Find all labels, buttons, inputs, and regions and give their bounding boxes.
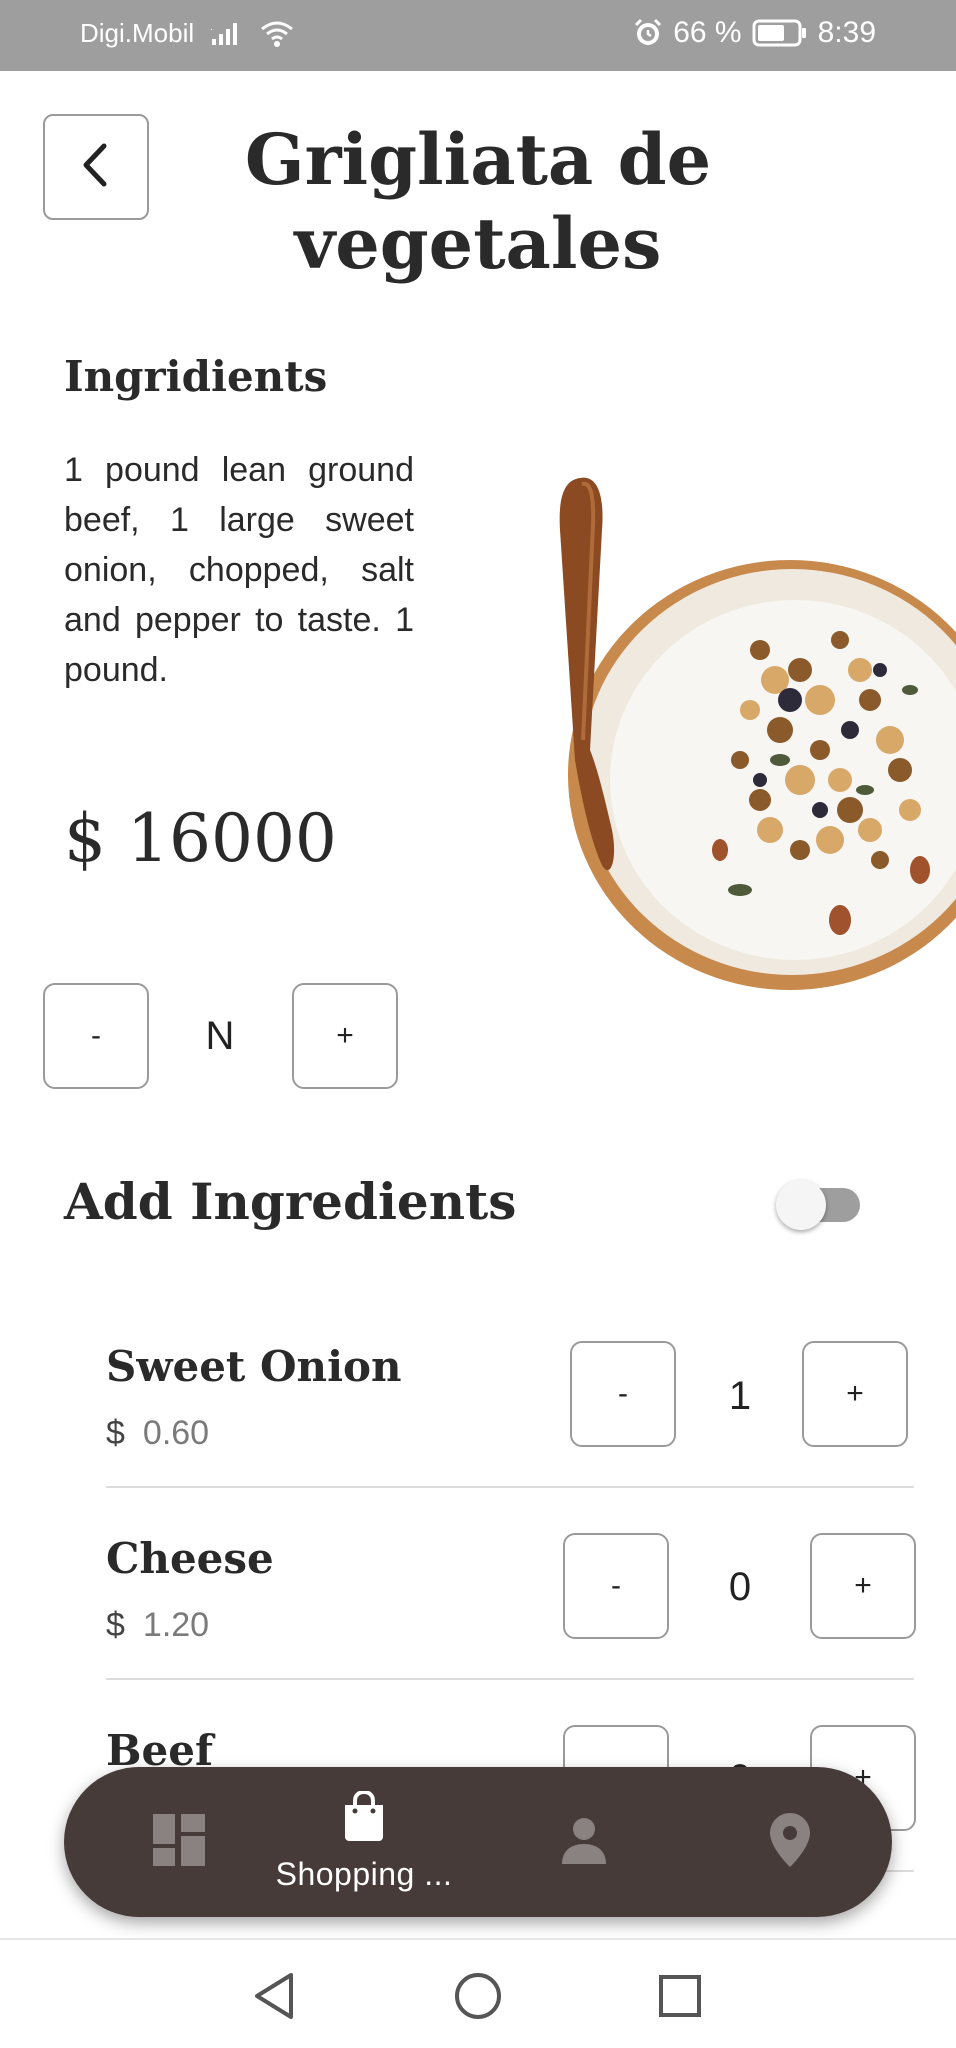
extra-quantity: 0 [728,1565,752,1609]
extra-quantity: 1 [728,1374,752,1418]
carrier-label: Digi.Mobil [80,18,195,48]
chevron-left-icon [76,140,116,195]
system-back-button[interactable] [244,1968,304,2028]
quantity-decrease-button[interactable]: - [43,983,149,1089]
add-ingredients-toggle[interactable] [776,1180,862,1230]
alarm-icon [633,18,663,48]
extra-name: Cheese [106,1534,274,1583]
extra-currency: $ [106,1414,125,1452]
back-button[interactable] [43,114,149,220]
granola-bowl-image [520,470,956,990]
extra-price: $0.60 [106,1414,209,1453]
status-right: 66 % 8:39 [633,16,876,50]
shopping-bag-icon [341,1789,387,1846]
bottom-navigation: Shopping ... [64,1767,892,1917]
extra-price: $1.20 [106,1606,209,1645]
circle-home-icon [453,1971,503,2026]
toggle-knob [776,1180,826,1230]
signal-icon: . [210,21,244,47]
extra-name: Sweet Onion [106,1342,402,1391]
extra-currency: $ [106,1606,125,1644]
person-icon [560,1816,608,1869]
triangle-back-icon [251,1971,297,2026]
product-price: $ 16000 [64,800,337,877]
square-recents-icon [657,1973,703,2024]
location-icon [770,1812,810,1872]
nav-item-shopping[interactable]: Shopping ... [254,1767,474,1917]
ingredients-heading: Ingridients [64,352,328,401]
add-ingredients-heading: Add Ingredients [64,1172,517,1231]
divider [106,1486,914,1488]
extra-price-value: 0.60 [142,1414,210,1452]
extra-increase-button[interactable]: + [802,1341,908,1447]
nav-item-dashboard[interactable] [119,1767,239,1917]
battery-icon [752,18,808,48]
nav-item-profile[interactable] [524,1767,644,1917]
system-navigation-bar [0,1938,956,2048]
system-recents-button[interactable] [650,1968,710,2028]
dashboard-icon [153,1813,205,1871]
extra-decrease-button[interactable]: - [570,1341,676,1447]
quantity-value: N [205,1014,235,1058]
ingredients-description: 1 pound lean ground beef, 1 large sweet … [64,451,414,689]
status-bar: Digi.Mobil . 66 % 8:39 [0,0,956,71]
clock: 8:39 [817,16,876,49]
quantity-increase-button[interactable]: + [292,983,398,1089]
system-home-button[interactable] [448,1968,508,2028]
extra-increase-button[interactable]: + [810,1533,916,1639]
divider [106,1678,914,1680]
nav-item-location[interactable] [730,1767,850,1917]
wifi-icon [260,20,294,48]
svg-text:.: . [210,23,213,33]
nav-label-shopping: Shopping ... [275,1856,453,1892]
battery-percent: 66 % [673,16,742,49]
extra-decrease-button[interactable]: - [563,1533,669,1639]
status-left: Digi.Mobil . [80,18,294,49]
page-title: Grigliata de vegetales [244,118,712,285]
extra-price-value: 1.20 [142,1606,210,1644]
